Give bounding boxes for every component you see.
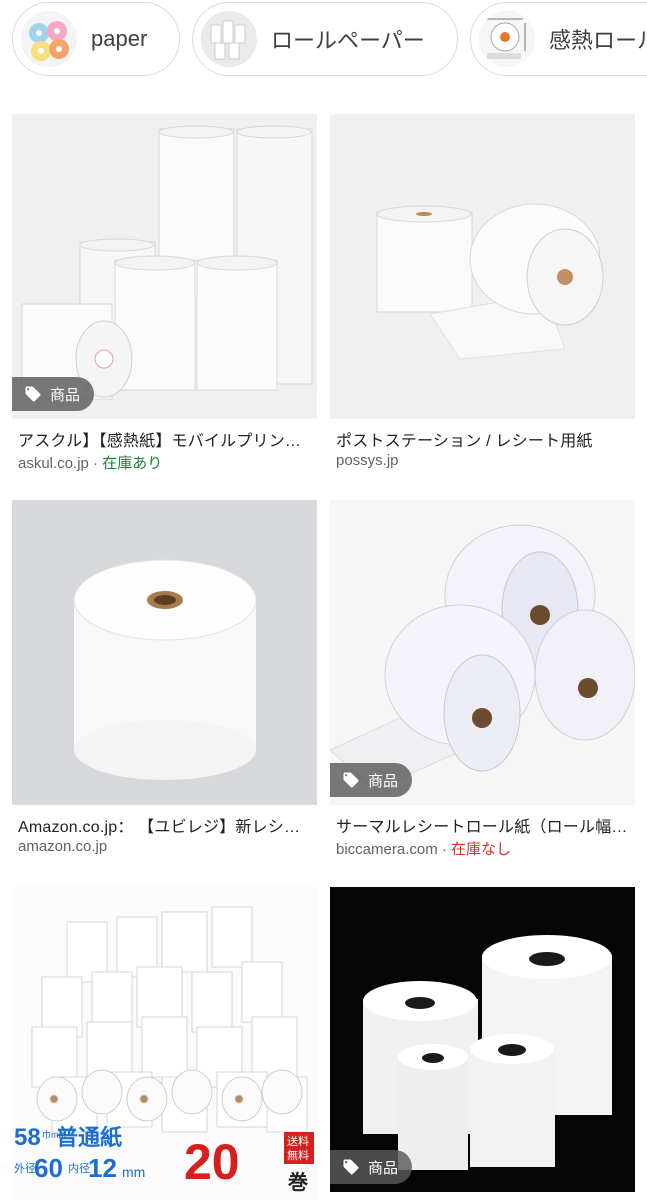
- result-card[interactable]: 58 巾mm 普通紙 外径 60 内径 12 mm 20 送料 無料 巻: [12, 887, 317, 1200]
- chip-label: ロールペーパー: [271, 28, 425, 53]
- source-domain: biccamera.com: [336, 841, 438, 858]
- result-image[interactable]: 58 巾mm 普通紙 外径 60 内径 12 mm 20 送料 無料 巻: [12, 887, 317, 1200]
- stock-status: 在庫なし: [451, 841, 512, 858]
- chip-thumbnail: [21, 11, 77, 67]
- tag-icon: [343, 772, 359, 788]
- chip-roll-paper[interactable]: ロールペーパー: [192, 2, 458, 76]
- image-text-spec1: 58: [14, 1124, 41, 1151]
- result-card[interactable]: 商品 アスクル】【感熱紙】モバイルプリンター用 askul.co.jp · 在庫…: [12, 114, 317, 472]
- result-card[interactable]: Amazon.co.jp： 【ユビレジ】新レシート amazon.co.jp: [12, 500, 317, 855]
- result-image[interactable]: [330, 114, 635, 419]
- image-text-shipping-bottom: 無料: [287, 1148, 309, 1162]
- result-title[interactable]: ポストステーション / レシート用紙: [336, 427, 631, 451]
- stock-status: 在庫あり: [102, 455, 163, 472]
- image-text-spec4-prefix: 内径: [68, 1161, 90, 1175]
- image-text-spec3-prefix: 外径: [14, 1162, 36, 1175]
- product-badge: 商品: [330, 763, 413, 797]
- image-text-spec4-unit: mm: [122, 1164, 145, 1180]
- image-text-count-unit: 巻: [287, 1170, 309, 1194]
- chip-label: 感熱ロール: [549, 28, 647, 53]
- result-image[interactable]: [12, 500, 317, 805]
- source-domain: askul.co.jp: [18, 455, 89, 472]
- badge-label: 商品: [50, 386, 81, 404]
- chip-paper[interactable]: paper: [12, 2, 180, 76]
- chip-thermal-roll[interactable]: 感熱ロール: [470, 2, 647, 76]
- chip-thumbnail: [201, 11, 257, 67]
- result-image[interactable]: 商品: [330, 887, 635, 1192]
- result-card[interactable]: 商品 サーマルレシートロール紙（ロール幅58mm） biccamera.com …: [330, 500, 635, 858]
- image-text-shipping-top: 送料: [287, 1134, 309, 1148]
- chip-label: paper: [91, 26, 148, 51]
- result-source: askul.co.jp · 在庫あり: [18, 455, 163, 472]
- image-text-spec2: 普通紙: [56, 1125, 122, 1150]
- result-source: possys.jp: [336, 452, 399, 469]
- result-title[interactable]: アスクル】【感熱紙】モバイルプリンター用: [18, 427, 313, 451]
- badge-label: 商品: [368, 1159, 399, 1177]
- result-title[interactable]: サーマルレシートロール紙（ロール幅58mm）: [336, 813, 631, 837]
- result-title[interactable]: Amazon.co.jp： 【ユビレジ】新レシート: [18, 813, 313, 837]
- product-badge: 商品: [12, 377, 95, 411]
- tag-icon: [343, 1159, 359, 1175]
- result-image[interactable]: 商品: [330, 500, 635, 805]
- result-card[interactable]: ポストステーション / レシート用紙 possys.jp: [330, 114, 635, 469]
- tag-icon: [25, 386, 41, 402]
- chip-thumbnail: [479, 11, 535, 67]
- image-text-spec4: 12: [88, 1153, 117, 1183]
- related-search-chips: paper ロールペーパー 感熱ロール: [0, 0, 647, 84]
- result-source: amazon.co.jp: [18, 838, 108, 855]
- image-text-spec3: 60: [34, 1153, 63, 1183]
- badge-label: 商品: [368, 772, 399, 790]
- result-source: biccamera.com · 在庫なし: [336, 841, 512, 858]
- image-text-count: 20: [184, 1134, 240, 1190]
- product-badge: 商品: [330, 1150, 413, 1184]
- result-card[interactable]: 商品: [330, 887, 635, 1192]
- result-image[interactable]: 商品: [12, 114, 317, 419]
